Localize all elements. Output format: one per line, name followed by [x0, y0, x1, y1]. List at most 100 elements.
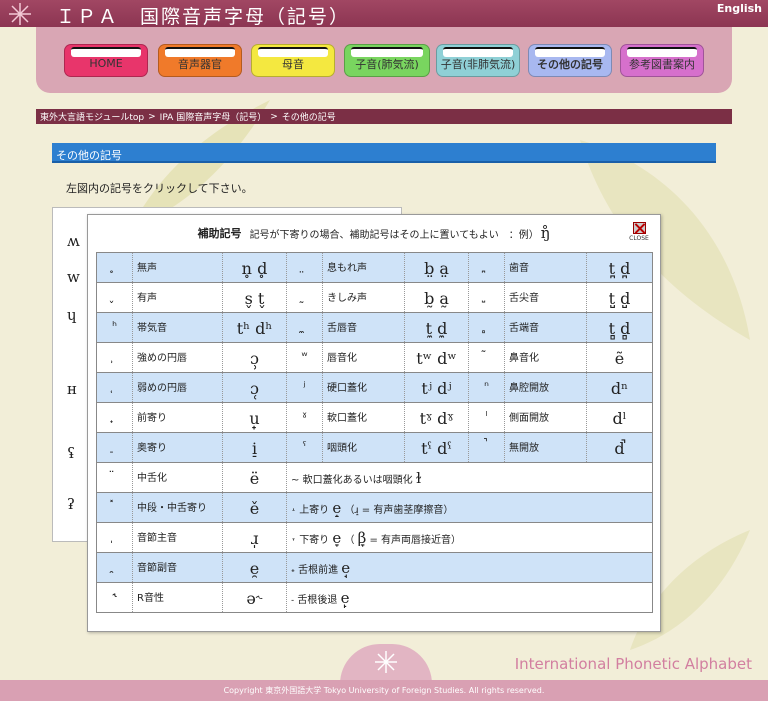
- star-emblem-icon: [9, 3, 31, 25]
- nav-vocal-organs-button[interactable]: 音声器官: [158, 44, 242, 77]
- diacritic-mark: ̺: [468, 282, 505, 313]
- table-row: ̬有声s̬ t̬̰きしみ声b̰ a̰̺舌尖音t̺ d̺: [96, 282, 653, 313]
- diacritic-example: b̰ a̰: [404, 282, 469, 313]
- diacritic-example: tʲ dʲ: [404, 372, 469, 403]
- diacritic-mark: ̩: [96, 522, 133, 553]
- top-bar: ＩＰＡ 国際音声字母（記号） English: [0, 0, 768, 28]
- diacritic-name: 無開放: [504, 432, 587, 463]
- diacritic-name: 強めの円唇: [132, 342, 223, 373]
- diacritic-mark: ̰: [286, 282, 323, 313]
- diacritic-name: 咽頭化: [322, 432, 405, 463]
- diacritic-name: 歯音: [504, 252, 587, 283]
- diacritic-example: ẽ: [586, 342, 653, 373]
- diacritic-mark: ̬: [96, 282, 133, 313]
- diacritic-mark: ̠: [96, 432, 133, 463]
- popup-title: 補助記号: [197, 227, 242, 240]
- breadcrumb-separator: >: [270, 111, 278, 122]
- diacritic-name: 舌尖音: [504, 282, 587, 313]
- symbol-item[interactable]: ʢ: [67, 444, 75, 462]
- breadcrumb: 東外大言語モジュールtop > IPA 国際音声字母（記号） > その他の記号: [36, 109, 732, 124]
- diacritic-mark: ̹: [96, 342, 133, 373]
- desc-mark: ˖: [291, 565, 295, 576]
- breadcrumb-item-ipa[interactable]: IPA 国際音声字母（記号）: [160, 110, 267, 123]
- desc-example: e̝: [332, 499, 342, 517]
- table-row: ̟前寄りu̟ˠ軟口蓋化tˠ dˠˡ側面開放dˡ: [96, 402, 653, 433]
- desc-example: ɫ: [415, 469, 422, 487]
- diacritic-mark: ˠ: [286, 402, 323, 433]
- desc-note-ipa: β̞: [357, 529, 367, 547]
- popup-example: ŋ̊: [540, 224, 551, 242]
- diacritics-table: ̥無声n̥ d̥̤息もれ声b̤ a̤̪歯音t̪ d̪̬有声s̬ t̬̰きしみ声b…: [96, 252, 653, 613]
- diacritic-mark: ̜: [96, 372, 133, 403]
- diacritic-name: 有声: [132, 282, 223, 313]
- english-link[interactable]: English: [717, 2, 762, 15]
- desc-example: e̘: [341, 559, 351, 577]
- desc-mark: ˕: [291, 535, 296, 546]
- diacritic-mark: ̽: [96, 492, 133, 523]
- diacritic-example: ɔ̹: [222, 342, 287, 373]
- table-row: ̈中舌化ë~ 軟口蓋化あるいは咽頭化 ɫ: [96, 462, 653, 493]
- diacritic-mark: ˤ: [286, 432, 323, 463]
- popup-header: 補助記号 記号が下寄りの場合、補助記号はその上に置いてもよい ：例） ŋ̊: [88, 215, 660, 251]
- symbol-item[interactable]: ɥ: [67, 306, 77, 324]
- diacritic-name: 舌唇音: [322, 312, 405, 343]
- diacritic-name: 音節主音: [132, 522, 223, 553]
- table-row: ̠奥寄りi̠ˤ咽頭化tˤ dˤ̚無開放d̚: [96, 432, 653, 463]
- nav-home-button[interactable]: HOME: [64, 44, 148, 77]
- diacritic-mark: ̈: [96, 462, 133, 493]
- nav-vowels-button[interactable]: 母音: [251, 44, 335, 77]
- diacritic-mark: ʲ: [286, 372, 323, 403]
- symbol-item[interactable]: ʍ: [67, 232, 80, 250]
- diacritic-example: dˡ: [586, 402, 653, 433]
- nav-pulmonic-consonants-button[interactable]: 子音(肺気流): [344, 44, 430, 77]
- symbol-item[interactable]: w: [67, 268, 80, 286]
- nav-nonpulmonic-consonants-button[interactable]: 子音(非肺気流): [436, 44, 520, 77]
- symbol-item[interactable]: ʜ: [67, 380, 77, 398]
- diacritics-popup: 補助記号 記号が下寄りの場合、補助記号はその上に置いてもよい ：例） ŋ̊ CL…: [87, 214, 661, 632]
- diacritic-example: ə˞: [222, 582, 287, 613]
- footer-brand: International Phonetic Alphabet: [514, 655, 752, 673]
- diacritic-example: tʰ dʰ: [222, 312, 287, 343]
- nav-references-button[interactable]: 参考図書案内: [620, 44, 704, 77]
- diacritic-mark: ̤: [286, 252, 323, 283]
- diacritic-example: u̟: [222, 402, 287, 433]
- diacritic-description: ˕ 下寄り e̞ （ β̞ = 有声両唇接近音）: [286, 522, 653, 553]
- desc-note-post: = 有声両唇接近音）: [369, 535, 462, 546]
- diacritic-name: 音節副音: [132, 552, 223, 583]
- diacritic-mark: ʷ: [286, 342, 323, 373]
- diacritic-name: 弱めの円唇: [132, 372, 223, 403]
- diacritic-mark: ⁿ: [468, 372, 505, 403]
- footer-emblem: [340, 644, 432, 684]
- diacritic-example: b̤ a̤: [404, 252, 469, 283]
- diacritic-mark: ̪: [468, 252, 505, 283]
- diacritic-name: 軟口蓋化: [322, 402, 405, 433]
- diacritic-name: 唇音化: [322, 342, 405, 373]
- desc-text: 下寄り: [299, 535, 330, 546]
- diacritic-example: ɹ̩: [222, 522, 287, 553]
- table-row: ʰ帯気音tʰ dʰ̼舌唇音t̼ d̼̻舌端音t̻ d̻: [96, 312, 653, 343]
- diacritic-mark: ʰ: [96, 312, 133, 343]
- diacritic-example: d̚: [586, 432, 653, 463]
- table-row: ˞ R音性 ə˞ ˗ 舌根後退 e̙: [96, 582, 653, 613]
- desc-mark: ˔: [291, 505, 296, 516]
- symbol-item[interactable]: ʡ: [67, 495, 75, 513]
- page-title: ＩＰＡ 国際音声字母（記号）: [56, 6, 351, 28]
- breadcrumb-item-top[interactable]: 東外大言語モジュールtop: [40, 110, 144, 123]
- diacritic-mark: ̼: [286, 312, 323, 343]
- desc-mark: ~: [291, 475, 300, 486]
- desc-text: 舌根前進: [298, 565, 339, 576]
- diacritic-example: ě: [222, 492, 287, 523]
- nav-other-symbols-button[interactable]: その他の記号: [528, 44, 612, 77]
- diacritic-mark: ̻: [468, 312, 505, 343]
- diacritic-example: t̪ d̪: [586, 252, 653, 283]
- desc-mark: ˗: [291, 595, 295, 606]
- diacritic-mark: ˡ: [468, 402, 505, 433]
- table-row: ̹強めの円唇ɔ̹ʷ唇音化tʷ dʷ̃鼻音化ẽ: [96, 342, 653, 373]
- diacritic-name: 硬口蓋化: [322, 372, 405, 403]
- table-row: ̜弱めの円唇ɔ̜ʲ硬口蓋化tʲ dʲⁿ鼻腔開放dⁿ: [96, 372, 653, 403]
- close-button[interactable]: CLOSE: [626, 222, 652, 248]
- diacritic-name: 舌端音: [504, 312, 587, 343]
- section-title: その他の記号: [52, 143, 716, 163]
- diacritic-name: R音性: [132, 582, 223, 613]
- diacritic-example: n̥ d̥: [222, 252, 287, 283]
